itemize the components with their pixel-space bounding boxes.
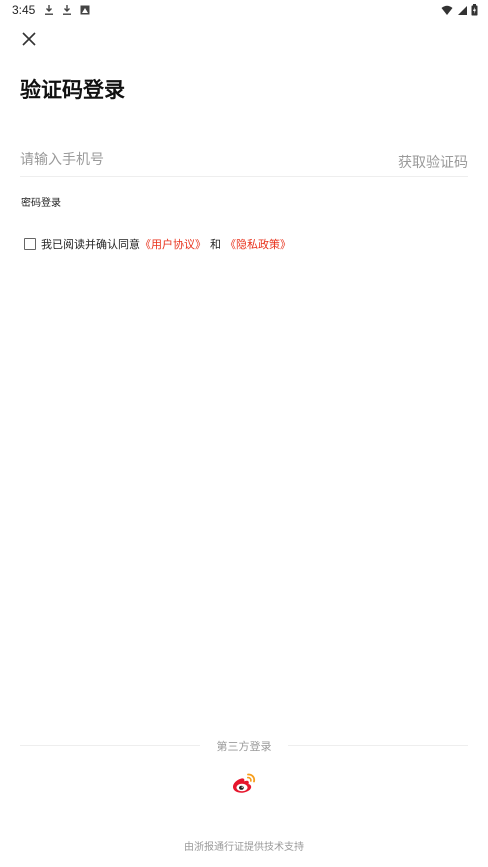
image-icon (80, 5, 90, 15)
divider-right (288, 745, 468, 746)
battery-icon (471, 4, 478, 16)
download-icon (45, 5, 53, 15)
privacy-policy-link[interactable]: 《隐私政策》 (225, 236, 291, 252)
agreement-row: 我已阅读并确认同意 《用户协议》 和 《隐私政策》 (24, 236, 291, 252)
get-code-button[interactable]: 获取验证码 (398, 152, 468, 172)
third-party-login-divider: 第三方登录 (20, 737, 468, 753)
page-title: 验证码登录 (20, 78, 125, 102)
login-screen: 3:45 验证码登录 请输入手机号 获取验证码 密码登录 我已阅读并确认同意 《… (0, 0, 488, 867)
status-right-icons (441, 4, 478, 16)
download-icon (63, 5, 71, 15)
status-bar: 3:45 (0, 0, 488, 22)
agreement-prefix: 我已阅读并确认同意 (41, 238, 140, 251)
footer-note: 由浙报通行证提供技术支持 (184, 842, 304, 853)
phone-input[interactable] (20, 148, 320, 172)
user-agreement-link[interactable]: 《用户协议》 (140, 236, 206, 252)
third-party-label: 第三方登录 (216, 740, 272, 753)
weibo-icon[interactable] (231, 771, 257, 795)
agreement-and: 和 (210, 238, 221, 251)
close-icon[interactable] (18, 28, 40, 50)
agreement-checkbox[interactable] (24, 238, 36, 250)
status-time: 3:45 (12, 3, 36, 17)
phone-input-row: 获取验证码 (20, 146, 468, 177)
wifi-icon (441, 5, 453, 15)
signal-icon (458, 5, 467, 15)
password-login-link[interactable]: 密码登录 (21, 194, 61, 209)
